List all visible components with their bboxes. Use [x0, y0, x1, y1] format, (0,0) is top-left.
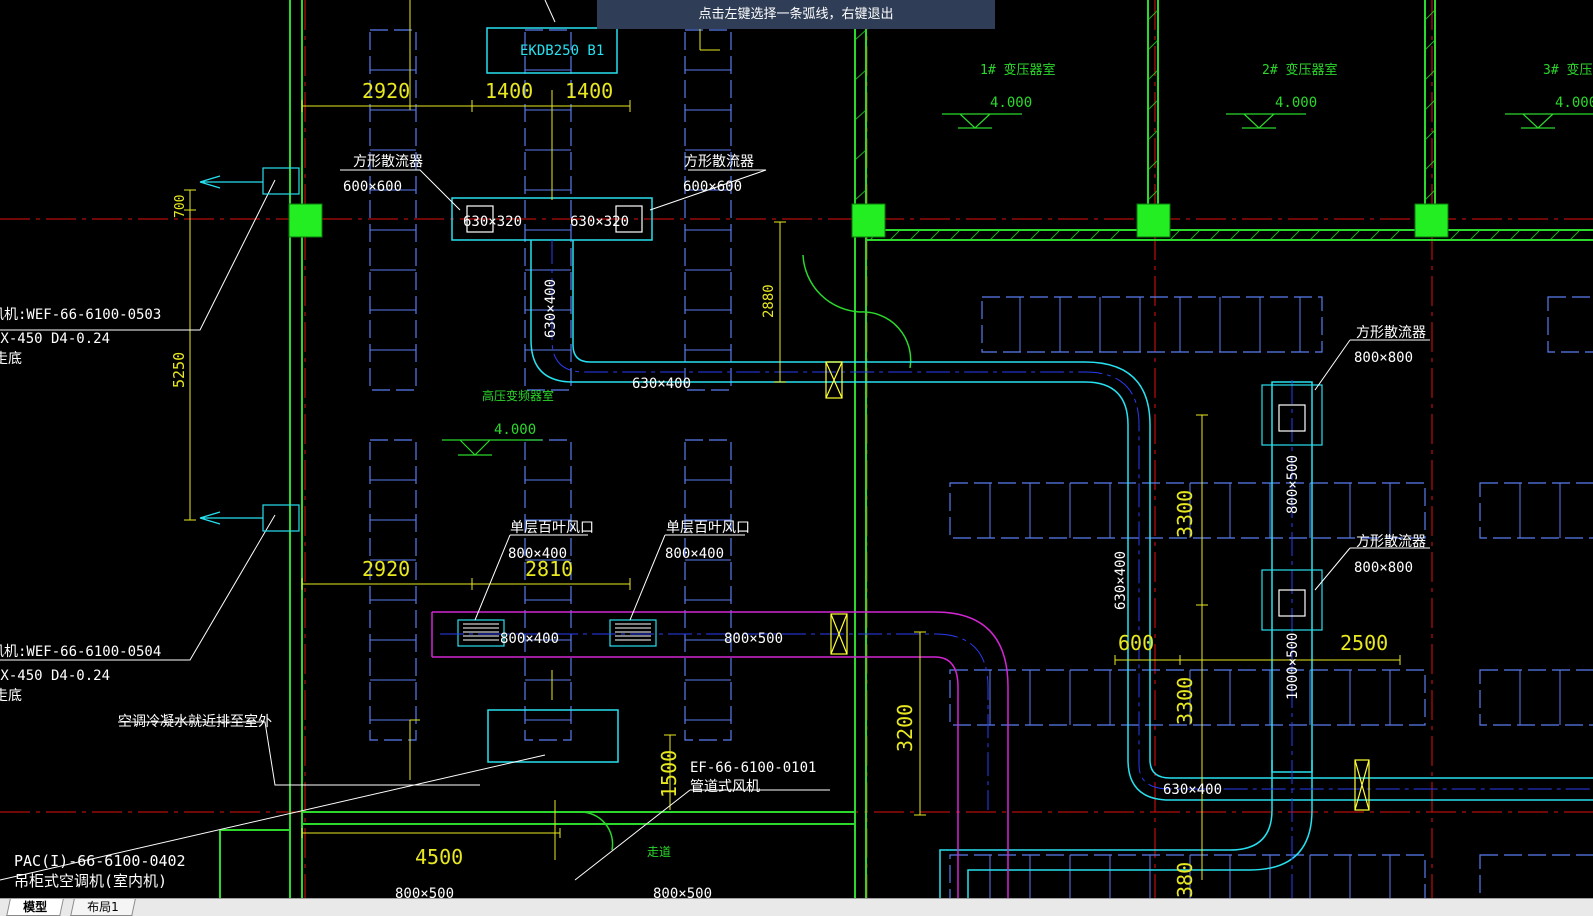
duct-size-4: 630×400: [632, 376, 691, 392]
fan1-note: 走底: [0, 351, 22, 367]
dim-380: 380: [1173, 862, 1197, 898]
pac-tag: PAC(I)-66-6100-0402: [14, 852, 186, 870]
ceiling-grid-dividers: [370, 69, 1561, 898]
diffuser-c-size: 800×800: [1354, 350, 1413, 366]
diffuser-d-label: 方形散流器: [1356, 534, 1426, 550]
diffuser-d-size: 800×800: [1354, 560, 1413, 576]
dimension-lines: [184, 0, 1401, 880]
elev-4: 4.000: [494, 422, 536, 438]
layout-tab-bar: 模型 布局1: [0, 898, 1593, 916]
dim-1400a: 1400: [485, 79, 533, 103]
duct-size-7: 630×400: [1113, 551, 1129, 610]
dim-4500: 4500: [415, 845, 463, 869]
elev-2: 4.000: [1275, 95, 1317, 111]
dim-5250: 5250: [170, 352, 188, 388]
duct-size-11: 800×500: [395, 886, 454, 898]
dim-1500: 1500: [657, 750, 681, 798]
dim-700: 700: [173, 195, 188, 218]
fan1-tag: 风机:WEF-66-6100-0503: [0, 307, 161, 323]
room-label-hv: 高压变频器室: [482, 388, 554, 403]
duct-size-8: 800×500: [1285, 455, 1301, 514]
grille-b-label: 单层百叶风口: [666, 520, 750, 536]
elev-1: 4.000: [990, 95, 1032, 111]
fan2-model: EX-450 D4-0.24: [0, 668, 110, 684]
room-label-1: 1# 变压器室: [980, 62, 1055, 78]
dim-2880: 2880: [761, 284, 777, 318]
wall-fans: [199, 167, 300, 532]
dim-1400b: 1400: [565, 79, 613, 103]
duct-size-6: 800×500: [724, 631, 783, 647]
drain-note: 空调冷凝水就近排至室外: [118, 713, 272, 730]
grille-b-size: 800×400: [665, 546, 724, 562]
diffuser-b-label: 方形散流器: [684, 154, 754, 170]
ef-name: 管道式风机: [690, 779, 760, 795]
duct-magenta: [431, 611, 1009, 898]
elevation-marks: [442, 113, 1593, 456]
duct-size-12: 800×500: [653, 886, 712, 898]
dim-2920b: 2920: [362, 557, 410, 581]
room-label-3: 3# 变压器: [1543, 62, 1593, 78]
duct-size-3: 630×400: [543, 279, 559, 338]
fan2-tag: 风机:WEF-66-6100-0504: [0, 644, 161, 660]
duct-size-2: 630×320: [570, 214, 629, 230]
room-labels: 1# 变压器室 2# 变压器室 3# 变压器 高压变频器室 走道 4.000 4…: [482, 62, 1593, 859]
dim-3300b: 3300: [1173, 677, 1197, 725]
unit-top-label: EKDB250 B1: [520, 43, 604, 59]
diffuser-a-label: 方形散流器: [353, 154, 423, 170]
grille-a-size: 800×400: [508, 546, 567, 562]
diffusers: [466, 205, 1323, 631]
diffuser-a-size: 600×600: [343, 179, 402, 195]
dim-2500: 2500: [1340, 631, 1388, 655]
pac-name: 吊柜式空调机(室内机): [14, 872, 167, 890]
dim-2920a: 2920: [362, 79, 410, 103]
cad-drawing-area[interactable]: 1# 变压器室 2# 变压器室 3# 变压器 高压变频器室 走道 4.000 4…: [0, 0, 1593, 898]
duct-size-5: 800×400: [500, 631, 559, 647]
duct-size-1: 630×320: [463, 214, 522, 230]
dim-600: 600: [1118, 631, 1154, 655]
walls: [219, 0, 1593, 898]
elev-3: 4.000: [1555, 95, 1593, 111]
duct-size-9: 1000×500: [1285, 633, 1301, 700]
ducts: [451, 27, 1593, 898]
wall-hatch: [854, 9, 1581, 241]
room-label-2: 2# 变压器室: [1262, 62, 1337, 78]
dim-3300a: 3300: [1173, 490, 1197, 538]
tab-model[interactable]: 模型: [6, 899, 64, 916]
ef-tag: EF-66-6100-0101: [690, 760, 816, 776]
dim-3200: 3200: [893, 704, 917, 752]
ceiling-grid: [369, 29, 1593, 898]
diffuser-b-size: 600×600: [683, 179, 742, 195]
tab-layout1[interactable]: 布局1: [70, 899, 136, 916]
command-prompt: 点击左键选择一条弧线，右键退出: [597, 0, 995, 29]
fan1-model: EX-450 D4-0.24: [0, 331, 110, 347]
duct-size-10: 630×400: [1163, 782, 1222, 798]
grille-a-label: 单层百叶风口: [510, 520, 594, 536]
room-label-corridor: 走道: [647, 845, 671, 859]
diffuser-c-label: 方形散流器: [1356, 325, 1426, 341]
fan2-note: 走底: [0, 688, 22, 704]
